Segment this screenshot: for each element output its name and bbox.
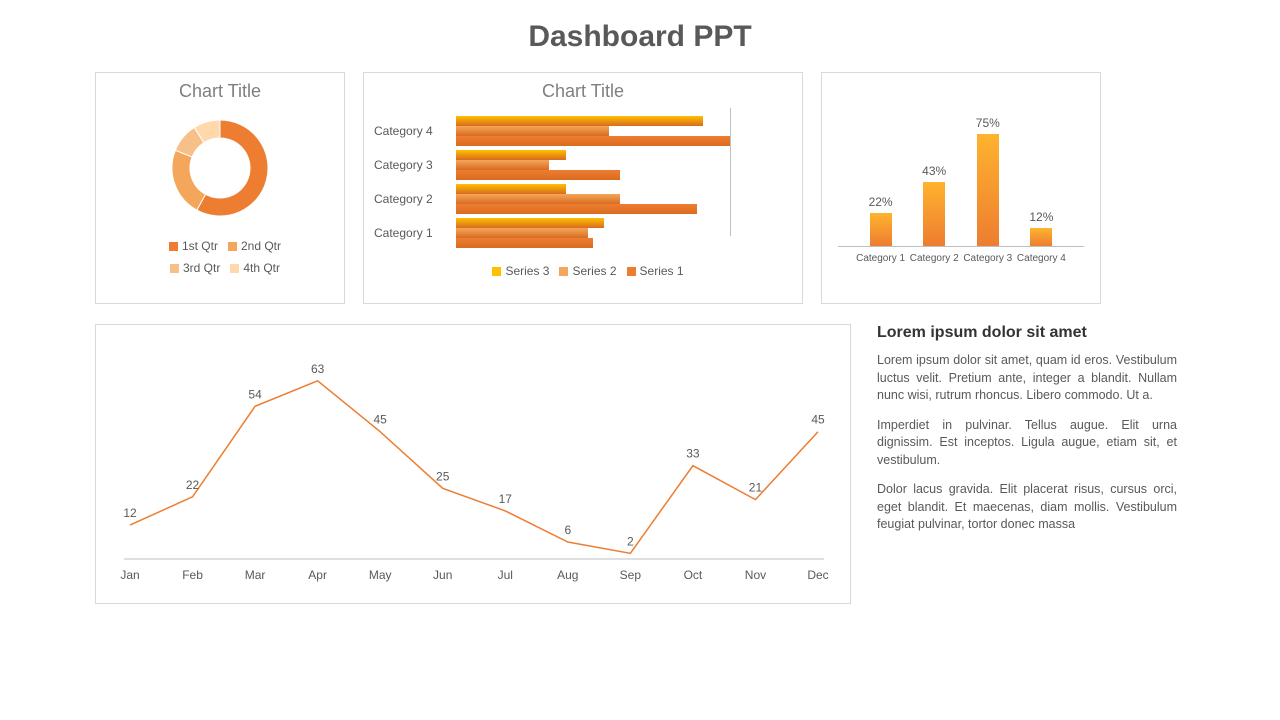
line-value-label: 33 xyxy=(686,447,700,461)
line-x-label: Feb xyxy=(182,568,203,582)
legend-swatch xyxy=(169,242,178,251)
line-value-label: 2 xyxy=(627,534,634,548)
line-x-label: Jan xyxy=(120,568,139,582)
legend-label: 4th Qtr xyxy=(243,261,280,275)
line-value-label: 21 xyxy=(749,481,763,495)
text-paragraph: Imperdiet in pulvinar. Tellus augue. Eli… xyxy=(877,417,1177,470)
hbar-category-label: Category 2 xyxy=(374,192,450,206)
line-x-label: Sep xyxy=(620,568,642,582)
hbar-bar xyxy=(456,194,620,204)
hbar-bar xyxy=(456,184,566,194)
text-block: Lorem ipsum dolor sit amet Lorem ipsum d… xyxy=(877,324,1177,604)
line-x-label: Oct xyxy=(684,568,703,582)
hbar-legend: Series 3 Series 2 Series 1 xyxy=(374,264,792,278)
line-value-label: 12 xyxy=(123,506,137,520)
legend-swatch xyxy=(228,242,237,251)
legend-label: 3rd Qtr xyxy=(183,261,220,275)
line-x-label: Dec xyxy=(807,568,828,582)
line-x-label: Jul xyxy=(498,568,513,582)
hbar-axis xyxy=(730,108,731,236)
donut-chart-title: Chart Title xyxy=(102,81,338,102)
hbar-bar xyxy=(456,238,593,248)
hbar-bar xyxy=(456,136,730,146)
bottom-row: 12 Jan 22 Feb 54 Mar 63 Apr 45 May 25 Jun 17 Jul 6 Aug 2… xyxy=(95,324,1185,604)
donut-slice xyxy=(172,150,206,210)
line-value-label: 25 xyxy=(436,469,450,483)
legend-label: 2nd Qtr xyxy=(241,239,281,253)
legend-swatch xyxy=(170,264,179,273)
line-x-label: Jun xyxy=(433,568,452,582)
legend-swatch xyxy=(627,267,636,276)
legend-swatch xyxy=(559,267,568,276)
text-paragraph: Dolor lacus gravida. Elit placerat risus… xyxy=(877,481,1177,534)
line-value-label: 54 xyxy=(248,387,262,401)
hbar-bar xyxy=(456,126,609,136)
hbar-chart-panel: Chart Title Category 4Category 3Category… xyxy=(363,72,803,304)
column-bar xyxy=(923,182,945,247)
line-value-label: 45 xyxy=(374,413,388,427)
hbar-bar xyxy=(456,218,604,228)
hbar-bar xyxy=(456,204,697,214)
column-category-label: Category 3 xyxy=(958,253,1018,264)
top-row: Chart Title 1st Qtr 2nd Qtr 3rd Qtr 4th Qtr… xyxy=(95,72,1185,304)
line-value-label: 6 xyxy=(564,523,571,537)
line-value-label: 45 xyxy=(811,413,825,427)
column-value-label: 12% xyxy=(1016,210,1066,224)
line-x-label: Apr xyxy=(308,568,327,582)
legend-swatch xyxy=(230,264,239,273)
line-x-label: Aug xyxy=(557,568,578,582)
line-value-label: 22 xyxy=(186,478,200,492)
column-bar xyxy=(977,134,999,247)
line-path xyxy=(130,381,818,554)
column-bar xyxy=(870,213,892,246)
text-heading: Lorem ipsum dolor sit amet xyxy=(877,324,1177,342)
legend-label: Series 1 xyxy=(640,264,684,278)
hbar-chart: Category 4 Category 3 Category 2 Category 1 xyxy=(374,108,792,258)
page-title: Dashboard PPT xyxy=(95,20,1185,54)
legend-label: Series 2 xyxy=(572,264,616,278)
column-chart-panel: 22% Category 1 43% Category 2 75% Category 3 1… xyxy=(821,72,1101,304)
legend-label: 1st Qtr xyxy=(182,239,218,253)
hbar-bar xyxy=(456,170,620,180)
column-bar xyxy=(1030,228,1052,246)
line-x-label: May xyxy=(369,568,392,582)
line-x-label: Mar xyxy=(245,568,266,582)
donut-legend: 1st Qtr 2nd Qtr 3rd Qtr 4th Qtr xyxy=(102,236,338,279)
donut-chart xyxy=(160,108,280,228)
hbar-category-label: Category 3 xyxy=(374,158,450,172)
hbar-bar xyxy=(456,150,566,160)
hbar-chart-title: Chart Title xyxy=(374,81,792,102)
hbar-bar xyxy=(456,116,703,126)
line-value-label: 63 xyxy=(311,362,325,376)
column-value-label: 22% xyxy=(856,195,906,209)
text-paragraph: Lorem ipsum dolor sit amet, quam id eros… xyxy=(877,352,1177,405)
column-value-label: 75% xyxy=(963,116,1013,130)
line-value-label: 17 xyxy=(499,492,513,506)
column-chart: 22%Category 143%Category 275%Category 31… xyxy=(838,87,1084,247)
column-category-label: Category 4 xyxy=(1011,253,1071,264)
column-category-label: Category 2 xyxy=(904,253,964,264)
column-category-label: Category 1 xyxy=(851,253,911,264)
legend-label: Series 3 xyxy=(505,264,549,278)
column-value-label: 43% xyxy=(909,164,959,178)
hbar-category-label: Category 4 xyxy=(374,124,450,138)
line-x-label: Nov xyxy=(745,568,766,582)
line-chart-panel: 12 Jan 22 Feb 54 Mar 63 Apr 45 May 25 Jun 17 Jul 6 Aug 2… xyxy=(95,324,851,604)
hbar-bar xyxy=(456,160,549,170)
legend-swatch xyxy=(492,267,501,276)
hbar-category-label: Category 1 xyxy=(374,226,450,240)
hbar-bar xyxy=(456,228,588,238)
line-chart: 12 Jan 22 Feb 54 Mar 63 Apr 45 May 25 Jun 17 Jul 6 Aug 2… xyxy=(112,337,836,593)
donut-chart-panel: Chart Title 1st Qtr 2nd Qtr 3rd Qtr 4th Qtr xyxy=(95,72,345,304)
